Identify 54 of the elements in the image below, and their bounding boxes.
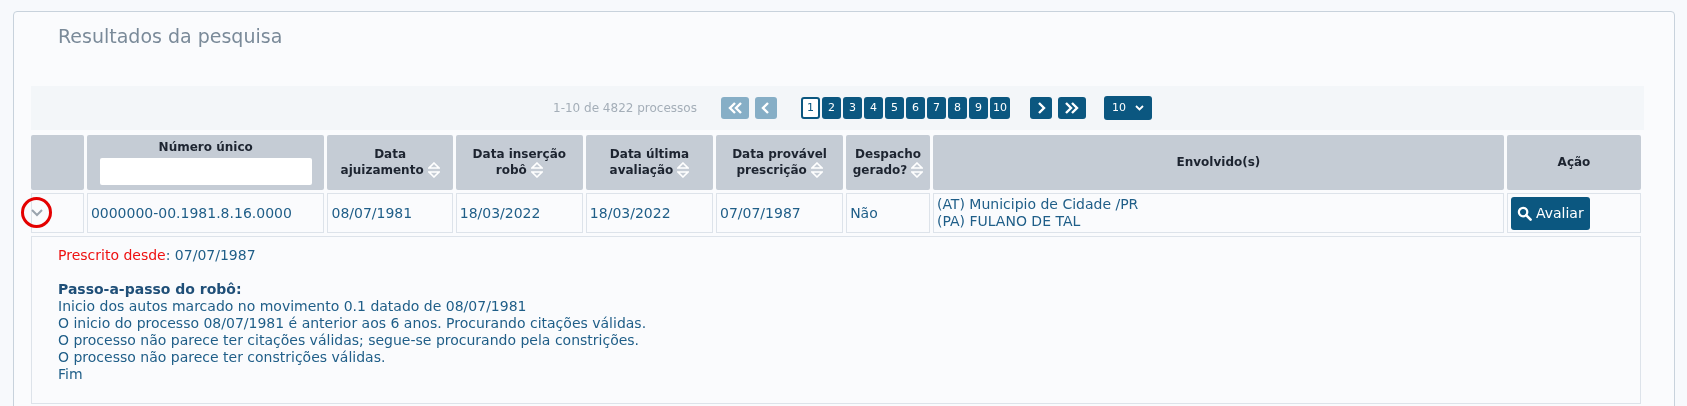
page-button[interactable]: 7 <box>926 97 946 119</box>
search-icon <box>1516 205 1532 221</box>
double-chevron-left-icon <box>726 102 743 114</box>
column-header[interactable]: Data provável prescrição <box>716 135 844 190</box>
steps-title: Passo-a-passo do robô: <box>58 281 243 298</box>
step-line: Inicio dos autos marcado no movimento 0.1 datado de 08/07/1981 <box>58 298 528 315</box>
panel-title: Resultados da pesquisa <box>57 24 284 49</box>
column-header: Envolvido(s) <box>932 135 1504 190</box>
table-cell: 08/07/1981 <box>327 193 453 233</box>
page-button[interactable]: 4 <box>863 97 883 119</box>
expand-toggle[interactable] <box>21 197 52 228</box>
double-chevron-right-icon <box>1063 102 1080 114</box>
caret-icon <box>1134 105 1144 111</box>
page-button[interactable]: 5 <box>884 97 904 119</box>
number-filter-field[interactable] <box>99 158 312 185</box>
step-line: O inicio do processo 08/07/1981 é anterior aos 6 anos. Procurando citações válidas. <box>58 315 648 332</box>
chevron-down-icon <box>30 208 43 217</box>
page-button[interactable]: 9 <box>968 97 988 119</box>
prescription-line: Prescrito desde: 07/07/1987 <box>58 247 257 264</box>
results-summary: 1-10 de 4822 processos <box>553 100 697 117</box>
last-page-button[interactable] <box>1057 97 1086 119</box>
table-cell: Não <box>846 193 930 233</box>
sort-icon[interactable] <box>677 162 690 178</box>
evaluate-button[interactable]: Avaliar <box>1510 196 1590 230</box>
page-button[interactable]: 6 <box>905 97 925 119</box>
party-name: (AT) Municipio de Cidade /PR <box>936 196 1140 213</box>
table-cell: 18/03/2022 <box>585 193 713 233</box>
sort-icon[interactable] <box>810 162 823 178</box>
page-button[interactable]: 8 <box>947 97 967 119</box>
sort-icon[interactable] <box>530 162 543 178</box>
page-button[interactable]: 10 <box>989 97 1010 119</box>
column-header[interactable]: Despacho gerado? <box>846 135 930 190</box>
step-line: Fim <box>58 366 84 383</box>
step-line: O processo não parece ter constrições válidas. <box>58 349 387 366</box>
chevron-right-icon <box>1035 102 1046 114</box>
header-cell <box>31 135 84 190</box>
next-page-button[interactable] <box>1029 97 1052 119</box>
table-cell: 0000000-00.1981.8.16.0000 <box>86 193 325 233</box>
page-button[interactable]: 2 <box>821 97 841 119</box>
column-header: Ação <box>1506 135 1641 190</box>
column-header[interactable]: Data última avaliação <box>585 135 713 190</box>
step-line: O processo não parece ter citações válidas; segue-se procurando pela constrições. <box>58 332 641 349</box>
chevron-left-icon <box>760 102 771 114</box>
page-button[interactable]: 3 <box>842 97 862 119</box>
sort-icon[interactable] <box>911 162 924 178</box>
column-header: Número único <box>86 135 325 190</box>
table-cell: 07/07/1987 <box>716 193 844 233</box>
column-header[interactable]: Data inserção robô <box>455 135 583 190</box>
page-button[interactable]: 1 <box>800 97 820 119</box>
column-header[interactable]: Data ajuizamento <box>327 135 453 190</box>
party-name: (PA) FULANO DE TAL <box>936 213 1082 230</box>
sort-icon[interactable] <box>427 162 440 178</box>
page-size-select[interactable]: 10 <box>1103 96 1152 120</box>
table-cell: 18/03/2022 <box>455 193 583 233</box>
